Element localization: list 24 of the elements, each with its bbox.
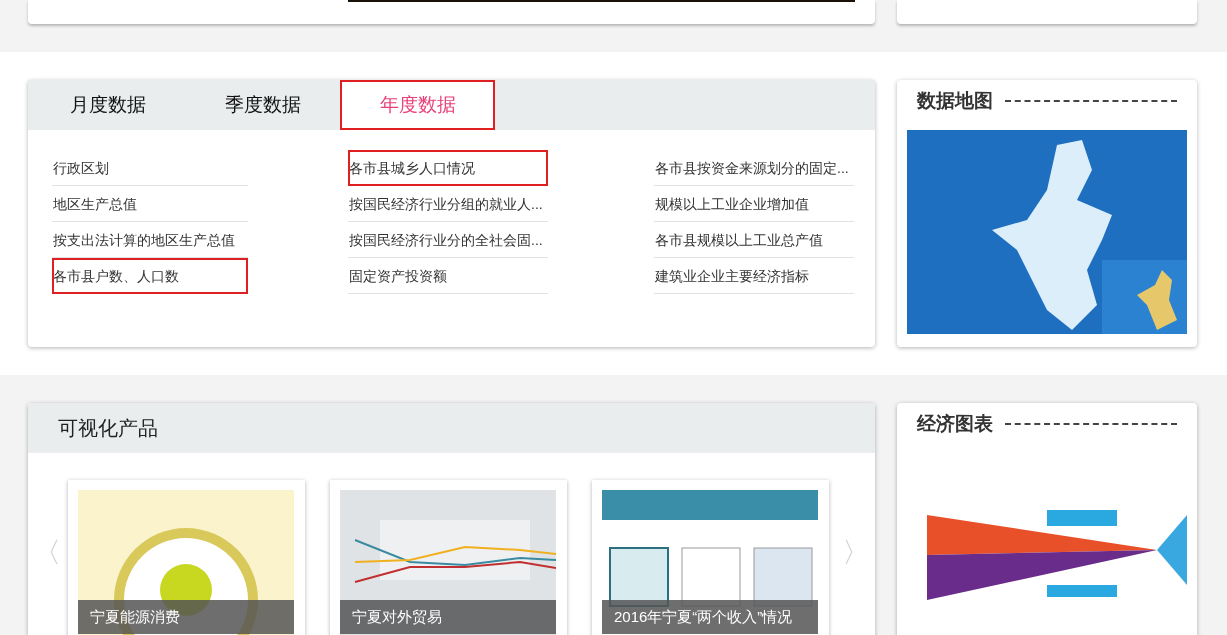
panel-title: 经济图表 [917,411,993,436]
card-caption: 宁夏对外贸易 [340,600,556,634]
data-link[interactable]: 按国民经济行业分的全社会固... [348,222,548,258]
data-link[interactable]: 规模以上工业企业增加值 [654,186,854,222]
panel-title: 数据地图 [917,88,993,113]
tab[interactable]: 年度数据 [340,80,495,130]
data-link[interactable]: 各市县规模以上工业总产值 [654,222,854,258]
panel-title: 可视化产品 [58,416,158,441]
data-link[interactable]: 各市县按资金来源划分的固定... [654,150,854,186]
data-link[interactable]: 各市县城乡人口情况 [348,150,548,186]
product-card[interactable]: 2016年宁夏“两个收入”情况 [592,480,829,635]
product-card[interactable]: 宁夏对外贸易 [330,480,567,635]
data-link[interactable]: 按支出法计算的地区生产总值 [52,222,248,258]
data-link[interactable]: 固定资产投资额 [348,258,548,294]
data-link[interactable]: 各市县户数、人口数 [52,258,248,294]
card-caption: 2016年宁夏“两个收入”情况 [602,600,818,634]
data-link[interactable]: 行政区划 [52,150,248,186]
data-link[interactable]: 地区生产总值 [52,186,248,222]
data-link[interactable]: 建筑业企业主要经济指标 [654,258,854,294]
tab[interactable]: 季度数据 [185,80,340,130]
product-card[interactable]: 宁夏能源消费 [68,480,305,635]
card-caption: 宁夏能源消费 [78,600,294,634]
data-link[interactable]: 按国民经济行业分组的就业人... [348,186,548,222]
tab[interactable]: 月度数据 [30,80,185,130]
